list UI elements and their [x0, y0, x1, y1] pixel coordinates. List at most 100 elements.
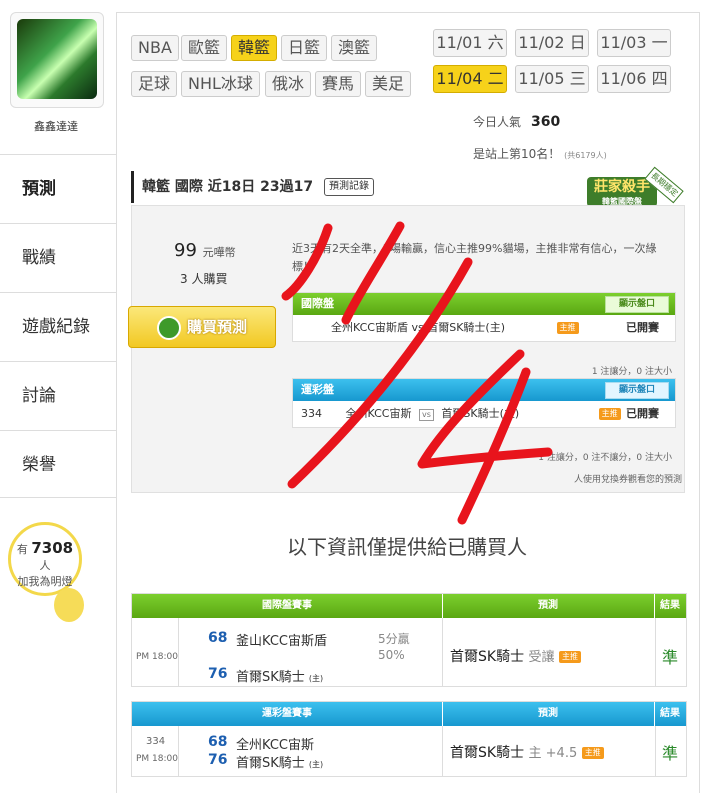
- team2-name: 首爾SK騎士: [236, 756, 305, 771]
- rank-total: (共6179人): [564, 151, 607, 160]
- tab-russia-hockey[interactable]: 俄冰: [265, 71, 312, 97]
- date-dow: 二: [487, 69, 504, 88]
- avatar[interactable]: [17, 19, 97, 99]
- team2-name: 首爾SK騎士: [236, 670, 305, 685]
- team2-score: 76: [208, 666, 228, 682]
- intl-odds-note: 1 注讓分，0 注大小: [591, 367, 672, 377]
- date-md: 11/03: [600, 33, 647, 52]
- main-panel: NBA 歐籃 韓籃 日籃 澳籃 足球 NHL冰球 俄冰 賽馬 美足 11/01 …: [116, 12, 700, 793]
- intl-odds-header: 國際盤 顯示盤口: [293, 293, 675, 315]
- date-md: 11/04: [436, 69, 483, 88]
- home-tag: (主): [308, 674, 324, 683]
- lottery-odds-row: 334 全州KCC宙斯 vs 首爾SK騎士(主) 主推 已開賽: [293, 401, 675, 427]
- header-prediction: 預測: [442, 702, 655, 726]
- date-tab-1102[interactable]: 11/02 日: [515, 29, 589, 57]
- date-tab-1106[interactable]: 11/06 四: [597, 65, 671, 93]
- fans-cta[interactable]: 加我為明燈: [18, 575, 73, 588]
- team1-name: 全州KCC宙斯: [236, 738, 314, 753]
- prediction-record-button[interactable]: 預測記錄: [323, 178, 374, 196]
- date-dow: 三: [569, 69, 586, 88]
- lottery-odds-table: 運彩盤 顯示盤口 334 全州KCC宙斯 vs 首爾SK騎士(主) 主推 已開賽: [292, 378, 676, 428]
- nav-item-honor[interactable]: 榮譽: [0, 430, 116, 498]
- match-status: 已開賽: [626, 407, 659, 420]
- nav-item-record[interactable]: 戰績: [0, 223, 116, 291]
- rank-text: 是站上第10名！: [473, 147, 561, 161]
- tab-aus-basketball[interactable]: 澳籃: [331, 35, 378, 61]
- date-tab-1101[interactable]: 11/01 六: [433, 29, 507, 57]
- prediction-header-text: 韓籃 國際 近18日 23過17: [142, 179, 314, 195]
- team2-score: 76: [208, 752, 228, 768]
- primary-pick-tag: 主推: [581, 747, 604, 759]
- match-status: 已開賽: [626, 321, 659, 334]
- buy-button-label: 購買預測: [186, 318, 247, 336]
- primary-pick-tag: 主推: [556, 322, 579, 334]
- team1-score: 68: [208, 630, 228, 646]
- intl-match: 全州KCC宙斯盾 vs 首爾SK騎士(主): [331, 321, 505, 334]
- lottery-odds-note: 1 注讓分，0 注不讓分，0 注大小: [538, 453, 672, 463]
- date-dow: 日: [569, 33, 586, 52]
- sidebar: 鑫鑫達達 預測 戰績 遊戲紀錄 討論 榮譽 有 7308 人 加我為明燈: [0, 0, 116, 789]
- header-match: 國際盤賽事: [132, 594, 443, 618]
- tab-euro-basketball[interactable]: 歐籃: [181, 35, 228, 61]
- date-md: 11/02: [518, 33, 565, 52]
- show-odds-button[interactable]: 顯示盤口: [605, 382, 669, 399]
- nav-item-predict[interactable]: 預測: [0, 154, 116, 222]
- coupon-note: 人使用兌換券觀看您的預測: [573, 475, 682, 485]
- tab-soccer[interactable]: 足球: [131, 71, 178, 97]
- result-correct: 準: [662, 744, 679, 763]
- nav-item-game-log[interactable]: 遊戲紀錄: [0, 292, 116, 360]
- tab-nba[interactable]: NBA: [131, 35, 179, 61]
- avatar-frame[interactable]: [10, 12, 104, 108]
- price-unit: 元嘩幣: [202, 246, 236, 259]
- result-correct: 準: [662, 648, 679, 667]
- team2: 首爾SK騎士 (主): [236, 666, 323, 685]
- date-md: 11/05: [518, 69, 565, 88]
- tab-american-football[interactable]: 美足: [365, 71, 412, 97]
- coin-icon: [156, 315, 181, 340]
- vs-icon: vs: [418, 409, 434, 421]
- intl-odds-row: 全州KCC宙斯盾 vs 首爾SK騎士(主) 主推 已開賽: [293, 315, 675, 341]
- pick-team: 首爾SK騎士: [450, 649, 525, 665]
- intl-results-table: 國際盤賽事 預測 結果 PM 18:00 68 釜山KCC宙斯盾 76 首爾SK…: [131, 593, 687, 687]
- intl-odds-title: 國際盤: [301, 297, 334, 310]
- tab-japan-basketball[interactable]: 日籃: [281, 35, 328, 61]
- lightbulb-icon[interactable]: [54, 588, 84, 622]
- buyers-count: 3 人購買: [180, 272, 228, 286]
- prediction-description: 近3天有2天全準，2場輸贏，信心主推99%貓場，主推非常有信心，一次綠標！: [292, 242, 657, 273]
- date-md: 11/06: [600, 69, 647, 88]
- popularity-value: 360: [531, 114, 561, 130]
- fans-counter[interactable]: 有 7308 人 加我為明燈: [8, 522, 82, 596]
- username[interactable]: 鑫鑫達達: [0, 118, 112, 134]
- match-time: PM 18:00: [136, 652, 178, 662]
- date-tab-1104[interactable]: 11/04 二: [433, 65, 507, 93]
- game-number: 334: [146, 736, 166, 747]
- rank-stat: 是站上第10名！ (共6179人): [473, 145, 607, 162]
- price: 99 元嘩幣: [174, 240, 236, 261]
- intl-odds-table: 國際盤 顯示盤口 全州KCC宙斯盾 vs 首爾SK騎士(主) 主推 已開賽: [292, 292, 676, 342]
- pick-team: 首爾SK騎士: [450, 745, 525, 761]
- buyers-only-message: 以下資訊僅提供給已購買人: [287, 535, 527, 559]
- price-value: 99: [174, 240, 197, 261]
- tab-horse-racing[interactable]: 賽馬: [315, 71, 362, 97]
- show-odds-button[interactable]: 顯示盤口: [605, 296, 669, 313]
- date-dow: 一: [651, 33, 668, 52]
- date-md: 11/01: [436, 33, 483, 52]
- team2: 首爾SK騎士 (主): [236, 752, 323, 771]
- prediction-panel: 99 元嘩幣 3 人購買 購買預測 近3天有2天全準，2場輸贏，信心主推99%貓…: [128, 205, 685, 493]
- header-result: 結果: [660, 600, 680, 611]
- fans-prefix: 有: [16, 543, 28, 556]
- date-tab-1105[interactable]: 11/05 三: [515, 65, 589, 93]
- prediction-pick: 首爾SK騎士 受讓 主推: [450, 646, 581, 666]
- header-prediction: 預測: [442, 594, 655, 618]
- team1-name: 釜山KCC宙斯盾: [236, 634, 327, 649]
- fans-count: 7308: [31, 539, 74, 557]
- handicap: 5分贏: [378, 632, 410, 646]
- header-match: 運彩盤賽事: [132, 702, 443, 726]
- tab-korea-basketball[interactable]: 韓籃: [231, 35, 278, 61]
- date-tab-1103[interactable]: 11/03 一: [597, 29, 671, 57]
- nav-item-discussion[interactable]: 討論: [0, 361, 116, 429]
- primary-pick-tag: 主推: [559, 651, 581, 663]
- tab-nhl[interactable]: NHL冰球: [181, 71, 260, 97]
- buy-prediction-button[interactable]: 購買預測: [128, 306, 276, 348]
- team1-score: 68: [208, 734, 228, 750]
